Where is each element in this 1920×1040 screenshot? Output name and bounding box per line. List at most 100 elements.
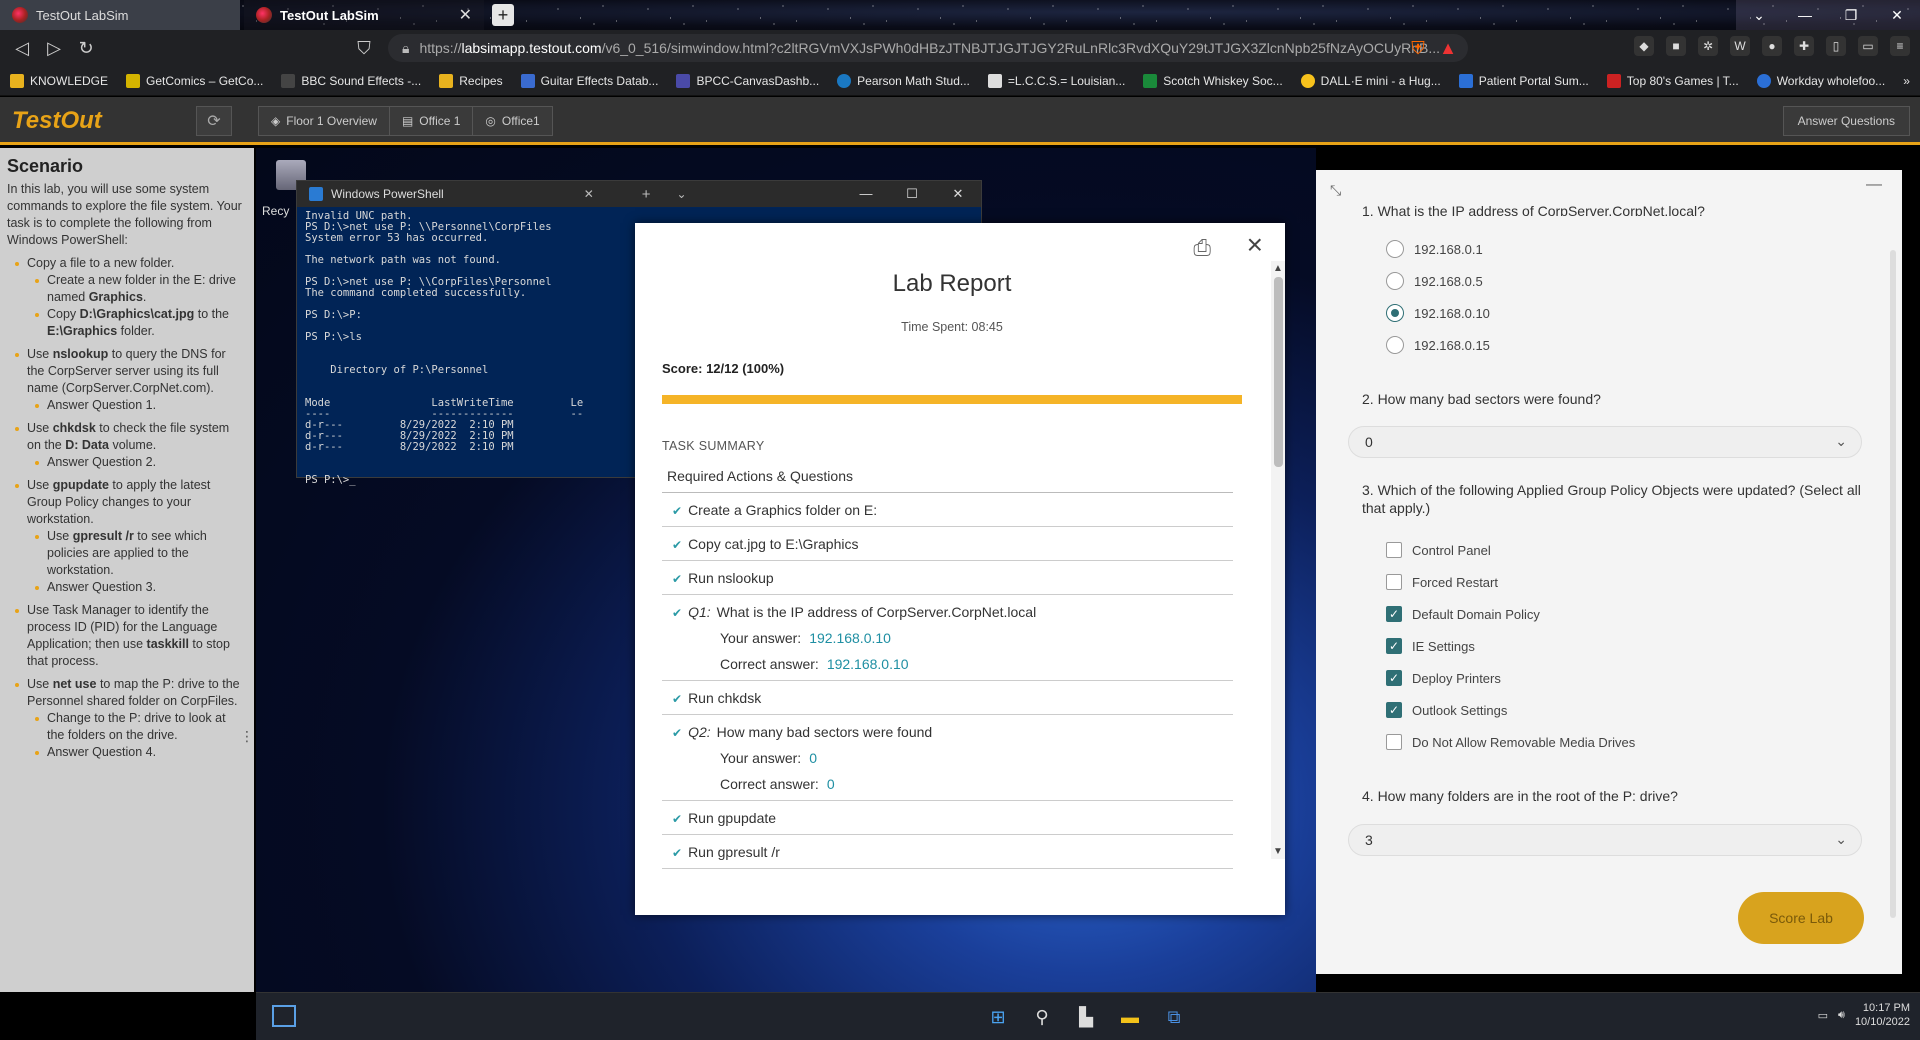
close-icon[interactable]: × — [1247, 229, 1263, 261]
brave-rewards-icon[interactable]: ▲ — [1432, 32, 1464, 64]
score-lab-button[interactable]: Score Lab — [1738, 892, 1864, 944]
puzzle-icon[interactable]: ✚ — [1794, 36, 1814, 56]
q3-option[interactable]: Do Not Allow Removable Media Drives — [1386, 734, 1635, 750]
powershell-taskbar-icon[interactable]: ⧉ — [1160, 1003, 1188, 1031]
scroll-up-icon[interactable]: ▲ — [1273, 263, 1283, 274]
questions-scrollbar[interactable] — [1890, 250, 1896, 918]
substep: Answer Question 1. — [27, 397, 246, 414]
q1-option[interactable]: 192.168.0.10 — [1386, 304, 1490, 322]
new-tab-icon[interactable]: + — [642, 186, 651, 203]
close-tab-icon[interactable]: ✕ — [584, 187, 594, 201]
extension-icon[interactable]: ◆ — [1634, 36, 1654, 56]
checkbox[interactable] — [1386, 734, 1402, 750]
q1-option[interactable]: 192.168.0.15 — [1386, 336, 1490, 354]
panel-resize-handle[interactable]: ⋮ — [240, 728, 254, 745]
bookmark-lccs[interactable]: =L.C.C.S.= Louisian... — [987, 73, 1125, 88]
checkbox[interactable]: ✓ — [1386, 606, 1402, 622]
scroll-thumb[interactable] — [1274, 277, 1283, 467]
maximize-icon[interactable]: ❐ — [1828, 0, 1874, 30]
checkbox[interactable] — [1386, 542, 1402, 558]
reload-icon[interactable]: ↻ — [70, 32, 102, 64]
checkbox[interactable]: ✓ — [1386, 638, 1402, 654]
checkbox[interactable]: ✓ — [1386, 702, 1402, 718]
report-scrollbar[interactable]: ▲ ▼ — [1271, 261, 1285, 859]
start-icon[interactable]: ⊞ — [984, 1003, 1012, 1031]
bookmark-knowledge[interactable]: KNOWLEDGE — [10, 73, 108, 88]
network-icon[interactable]: ▭ — [1818, 1009, 1828, 1022]
q1-option[interactable]: 192.168.0.1 — [1386, 240, 1483, 258]
bookmark-dalle[interactable]: DALL·E mini - a Hug... — [1300, 73, 1441, 88]
radio-button[interactable] — [1386, 240, 1404, 258]
print-icon[interactable]: ⎙ — [1193, 235, 1211, 261]
tab-search-icon[interactable]: ⌄ — [1736, 0, 1782, 30]
checkbox[interactable]: ✓ — [1386, 670, 1402, 686]
bookmarks-more[interactable]: » — [1903, 74, 1910, 88]
close-tab-icon[interactable]: ✕ — [459, 5, 472, 25]
q3-option[interactable]: ✓ Deploy Printers — [1386, 670, 1501, 686]
close-icon[interactable]: ✕ — [935, 186, 981, 202]
lab-report-dialog: ⎙ × Lab Report Time Spent: 08:45 Score: … — [635, 223, 1285, 915]
bookmark-patient-portal[interactable]: Patient Portal Sum... — [1458, 73, 1589, 88]
q3-option[interactable]: ✓ Outlook Settings — [1386, 702, 1507, 718]
search-icon[interactable]: ⚲ — [1028, 1003, 1056, 1031]
substep: Answer Question 4. — [27, 744, 246, 761]
wallet-icon[interactable]: ▭ — [1858, 36, 1878, 56]
bookmark-icon[interactable]: ⛉ — [348, 32, 380, 64]
q2-select[interactable]: 0 ⌄ — [1348, 426, 1862, 458]
breadcrumb-floor[interactable]: ◈ Floor 1 Overview — [259, 106, 390, 136]
radio-button[interactable] — [1386, 272, 1404, 290]
checkbox[interactable] — [1386, 574, 1402, 590]
minimize-icon[interactable]: — — [1866, 176, 1882, 194]
url-field[interactable]: 🔒︎ https://labsimapp.testout.com/v6_0_51… — [388, 34, 1468, 62]
extension-icon[interactable]: ✲ — [1698, 36, 1718, 56]
brave-shield-icon[interactable]: ⛨ — [1402, 32, 1434, 64]
scroll-down-icon[interactable]: ▼ — [1273, 846, 1283, 857]
extension-icon[interactable]: ● — [1762, 36, 1782, 56]
minimize-icon[interactable]: — — [1782, 0, 1828, 30]
minimize-icon[interactable]: — — [843, 186, 889, 202]
bookmark-recipes[interactable]: Recipes — [439, 73, 503, 88]
volume-icon[interactable]: 🔊︎ — [1838, 1009, 1845, 1022]
dropdown-icon[interactable]: ⌄ — [677, 187, 687, 201]
q3-option[interactable]: ✓ Default Domain Policy — [1386, 606, 1540, 622]
breadcrumb-computer[interactable]: ◎ Office1 — [473, 106, 551, 136]
browser-tab-2[interactable]: TestOut LabSim ✕ — [244, 0, 484, 30]
q3-option[interactable]: Forced Restart — [1386, 574, 1498, 590]
widgets-icon[interactable] — [272, 1005, 296, 1027]
new-tab-button[interactable]: + — [492, 4, 514, 26]
select-value: 0 — [1365, 434, 1373, 450]
close-window-icon[interactable]: ✕ — [1874, 0, 1920, 30]
bookmark-workday[interactable]: Workday wholefoo... — [1756, 73, 1885, 88]
maximize-icon[interactable]: ☐ — [889, 186, 935, 202]
bookmark-top80s[interactable]: Top 80's Games | T... — [1606, 73, 1739, 88]
back-icon[interactable]: ◁ — [6, 32, 38, 64]
bookmark-label: Scotch Whiskey Soc... — [1163, 73, 1283, 88]
q3-option[interactable]: ✓ IE Settings — [1386, 638, 1475, 654]
file-explorer-icon[interactable]: ▬ — [1116, 1003, 1144, 1031]
clock[interactable]: 10:17 PM 10/10/2022 — [1855, 1001, 1910, 1029]
breadcrumb-office[interactable]: ▤ Office 1 — [390, 106, 474, 136]
correct-answer-label: Correct answer: — [720, 776, 819, 792]
task-view-icon[interactable]: ▙ — [1072, 1003, 1100, 1031]
q3-option[interactable]: Control Panel — [1386, 542, 1491, 558]
forward-icon[interactable]: ▷ — [38, 32, 70, 64]
sidebar-icon[interactable]: ▯ — [1826, 36, 1846, 56]
bookmark-canvas[interactable]: BPCC-CanvasDashb... — [676, 73, 819, 88]
reset-lab-button[interactable]: ⟳ — [196, 106, 232, 136]
extension-icon[interactable]: ■ — [1666, 36, 1686, 56]
bookmark-guitar[interactable]: Guitar Effects Datab... — [520, 73, 658, 88]
radio-button[interactable] — [1386, 336, 1404, 354]
bookmark-bbc[interactable]: BBC Sound Effects -... — [281, 73, 421, 88]
browser-tab-1[interactable]: TestOut LabSim — [0, 0, 240, 30]
bookmark-pearson[interactable]: Pearson Math Stud... — [837, 73, 970, 88]
menu-icon[interactable]: ≡ — [1890, 36, 1910, 56]
answer-questions-button[interactable]: Answer Questions — [1782, 106, 1910, 136]
q1-option[interactable]: 192.168.0.5 — [1386, 272, 1483, 290]
task-row: ✔ Q1: What is the IP address of CorpServer… — [662, 595, 1233, 681]
radio-button[interactable] — [1386, 304, 1404, 322]
bookmark-whiskey[interactable]: Scotch Whiskey Soc... — [1143, 73, 1283, 88]
bookmark-getcomics[interactable]: GetComics – GetCo... — [126, 73, 263, 88]
extension-icon[interactable]: W — [1730, 36, 1750, 56]
collapse-icon[interactable]: ⤡ — [1330, 182, 1341, 199]
q4-select[interactable]: 3 ⌄ — [1348, 824, 1862, 856]
